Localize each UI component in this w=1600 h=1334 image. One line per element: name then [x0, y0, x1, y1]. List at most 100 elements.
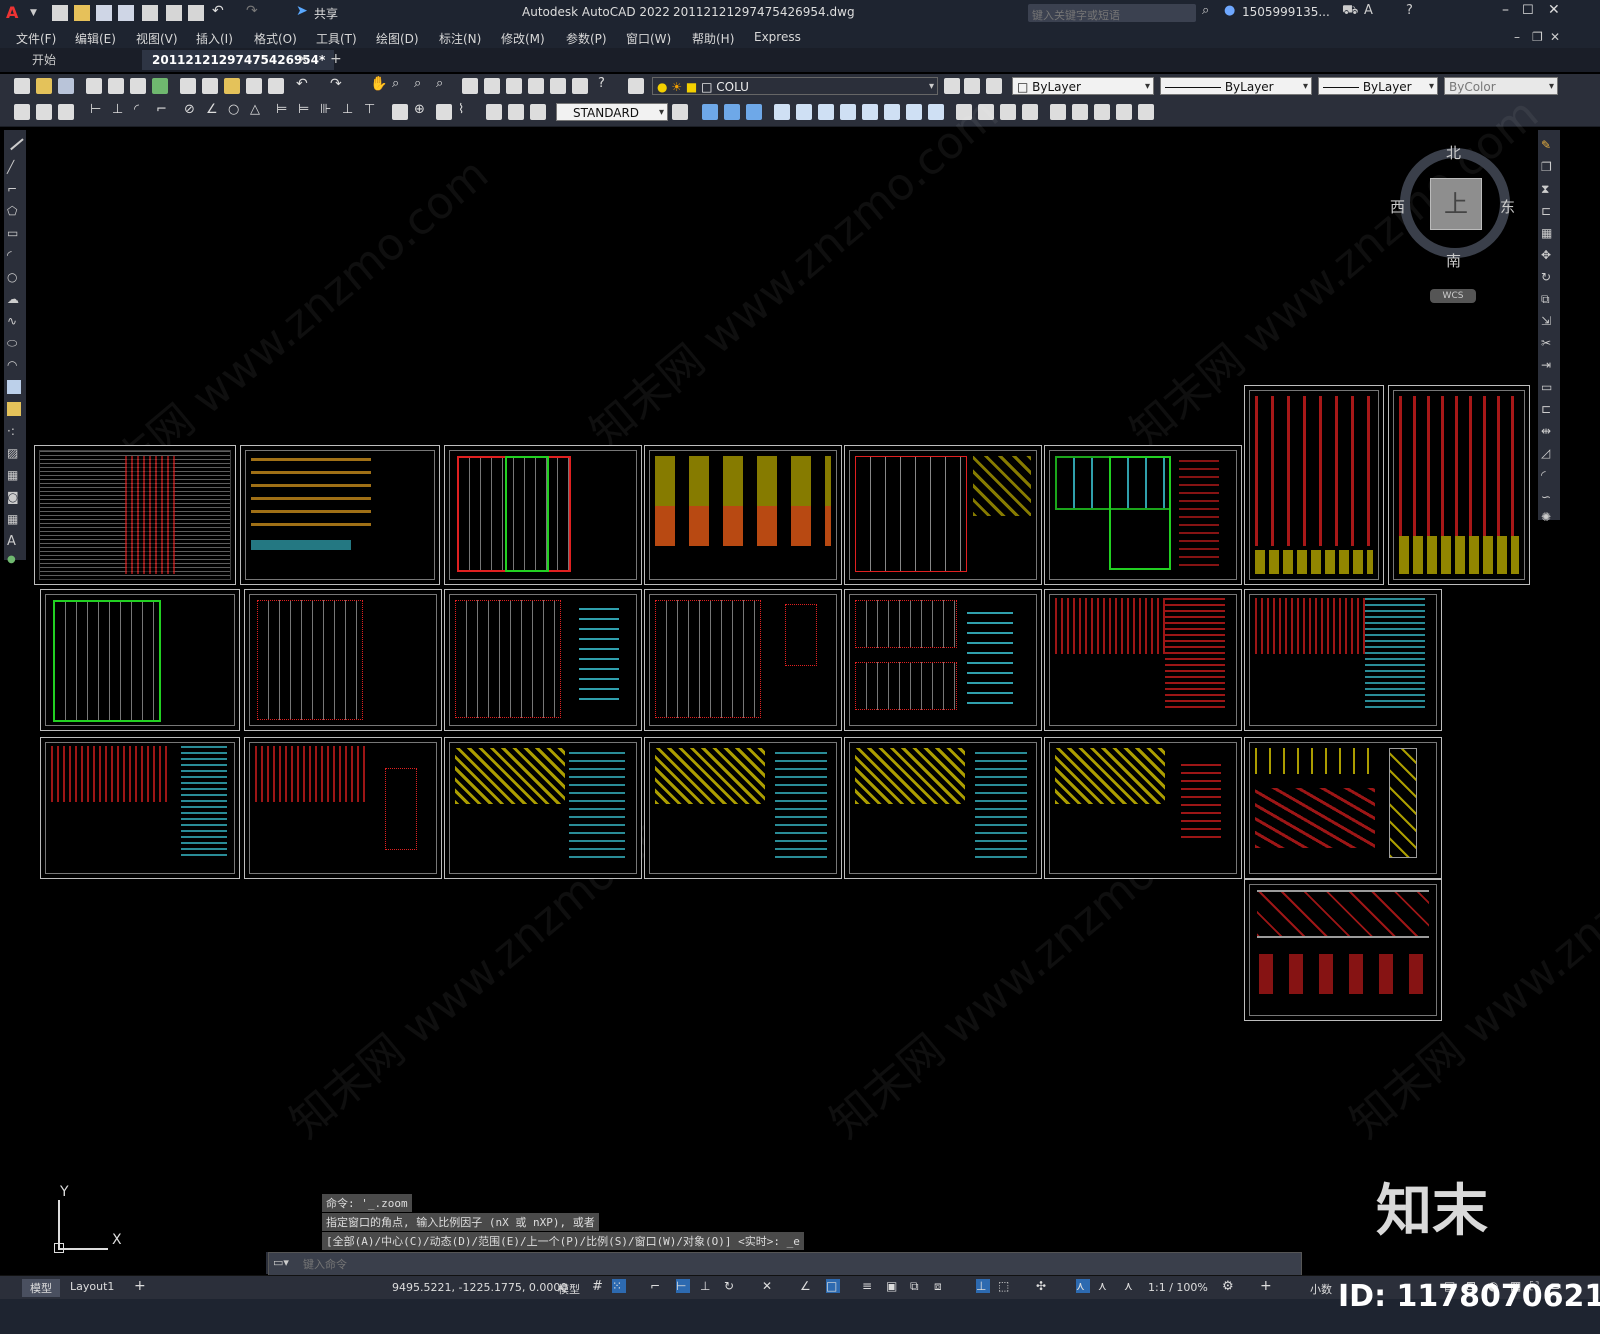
zoom-window-icon[interactable]: ⌕: [414, 76, 430, 92]
arc-icon[interactable]: ◜: [7, 248, 23, 264]
user-name[interactable]: 1505999135...: [1242, 5, 1330, 19]
3dwf-icon[interactable]: [152, 78, 168, 94]
sweep-icon[interactable]: [1094, 104, 1110, 120]
viewcube-top-face[interactable]: 上: [1430, 178, 1482, 230]
share-icon[interactable]: ➤: [296, 3, 312, 19]
hatch-icon[interactable]: ▨: [7, 446, 23, 462]
tab-layout1[interactable]: Layout1: [70, 1280, 114, 1293]
menu-insert[interactable]: 插入(I): [196, 30, 233, 47]
drawing-sheet[interactable]: [1388, 385, 1530, 585]
add-workspace-icon[interactable]: +: [1260, 1278, 1274, 1294]
menu-modify[interactable]: 修改(M): [501, 30, 545, 47]
dim-aligned-icon[interactable]: [58, 104, 74, 120]
dim-text-edit-icon[interactable]: [508, 104, 524, 120]
copy-object-icon[interactable]: ❐: [1541, 160, 1557, 176]
share-button[interactable]: 共享: [314, 5, 338, 22]
tab-close-icon[interactable]: ✕: [298, 52, 308, 66]
dynamic-input-icon[interactable]: ⊥: [700, 1279, 714, 1293]
view-icon-3[interactable]: [746, 104, 762, 120]
jogged-linear-icon[interactable]: ⌇: [458, 102, 474, 118]
menu-tools[interactable]: 工具(T): [316, 30, 357, 47]
revolve-icon[interactable]: [1072, 104, 1088, 120]
qnew-icon[interactable]: [14, 78, 30, 94]
dim-space-icon[interactable]: ⊥: [342, 102, 358, 118]
dim-baseline-icon[interactable]: ⊨: [298, 102, 314, 118]
table-icon[interactable]: ▦: [7, 512, 23, 528]
dim-linear-icon[interactable]: [36, 104, 52, 120]
cut-icon[interactable]: [180, 78, 196, 94]
drawing-sheet[interactable]: [844, 589, 1042, 731]
drawing-sheet[interactable]: [244, 737, 442, 879]
mirror-icon[interactable]: ⧗: [1541, 182, 1557, 198]
new-file-icon[interactable]: [52, 5, 68, 21]
add-selected-icon[interactable]: ●: [7, 554, 23, 570]
drawing-sheet[interactable]: [244, 589, 442, 731]
autodesk-a360-icon[interactable]: A: [1364, 3, 1380, 19]
layer-states-icon[interactable]: [986, 78, 1002, 94]
menu-edit[interactable]: 编辑(E): [75, 30, 116, 47]
dim-angular-icon[interactable]: ∠: [206, 102, 222, 118]
revision-cloud-icon[interactable]: ☁: [7, 292, 23, 308]
units-value[interactable]: 小数: [1310, 1281, 1332, 1297]
new-tab-button[interactable]: +: [330, 51, 342, 67]
circle-icon[interactable]: ○: [7, 270, 23, 286]
menu-draw[interactable]: 绘图(D): [376, 30, 419, 47]
doc-minimize-icon[interactable]: –: [1514, 30, 1520, 44]
move-icon[interactable]: ✥: [1541, 248, 1557, 264]
drawing-sheet[interactable]: [40, 737, 240, 879]
markup-icon[interactable]: [550, 78, 566, 94]
drawing-sheet[interactable]: [1044, 445, 1242, 585]
viewcube-east[interactable]: 东: [1500, 196, 1515, 217]
plot-preview-icon[interactable]: [108, 78, 124, 94]
redo-icon[interactable]: ↷: [330, 76, 346, 92]
drawing-canvas[interactable]: 知末网 www.znzmo.com 知末网 www.znzmo.com 知末网 …: [34, 88, 1600, 1274]
ortho-icon[interactable]: ⊢: [676, 1279, 690, 1293]
color-dropdown[interactable]: □ ByLayer ▾: [1012, 77, 1154, 95]
drawing-sheet[interactable]: [644, 737, 842, 879]
text-style-dropdown[interactable]: STANDARD ▾: [556, 103, 668, 121]
dim-radius-icon[interactable]: ◜: [134, 102, 150, 118]
undo-icon[interactable]: ↶: [296, 76, 312, 92]
join-icon[interactable]: ⇹: [1541, 424, 1557, 440]
save-web-icon[interactable]: [166, 5, 182, 21]
insert-block-icon[interactable]: [7, 380, 21, 394]
trim-icon[interactable]: ✂: [1541, 336, 1557, 352]
center-mark-icon[interactable]: ⊕: [414, 102, 430, 118]
polar-tracking-icon[interactable]: ↻: [724, 1279, 738, 1293]
view-icon-2[interactable]: [724, 104, 740, 120]
menu-express[interactable]: Express: [754, 30, 801, 44]
viewcube-south[interactable]: 南: [1446, 250, 1461, 271]
dim-jogged-icon[interactable]: ⌐: [156, 102, 172, 118]
snap-mode-icon[interactable]: ⁙: [612, 1279, 626, 1293]
dim-angle-icon[interactable]: △: [250, 102, 266, 118]
auto-scale-icon[interactable]: ⋏: [1098, 1279, 1112, 1293]
dim-break-icon[interactable]: ⊤: [364, 102, 380, 118]
drawing-sheet[interactable]: [444, 737, 642, 879]
save-as-icon[interactable]: [118, 5, 134, 21]
viewcube-west[interactable]: 西: [1390, 196, 1405, 217]
copy-icon[interactable]: [202, 78, 218, 94]
blend-curves-icon[interactable]: ∽: [1541, 490, 1557, 506]
close-icon[interactable]: ✕: [1548, 2, 1564, 18]
menu-file[interactable]: 文件(F): [16, 30, 56, 47]
quick-dim-icon[interactable]: ⊨: [276, 102, 292, 118]
minimize-icon[interactable]: –: [1502, 2, 1518, 18]
dim-arc-icon[interactable]: ⊢: [90, 102, 106, 118]
gradient-icon[interactable]: ▦: [7, 468, 23, 484]
dim-ordinate-icon[interactable]: ⊥: [112, 102, 128, 118]
3d-osnap-icon[interactable]: ⧈: [934, 1279, 948, 1293]
annotation-scale-value[interactable]: 1:1 / 100%: [1148, 1281, 1208, 1294]
command-input[interactable]: [301, 1255, 1285, 1273]
plot-icon[interactable]: [86, 78, 102, 94]
search-icon[interactable]: ⌕: [1202, 3, 1218, 19]
layer-properties-icon[interactable]: [628, 78, 644, 94]
open-folder-icon[interactable]: [74, 5, 90, 21]
inspection-icon[interactable]: [436, 104, 452, 120]
ucs-view-icon[interactable]: [884, 104, 900, 120]
tolerance-icon[interactable]: [392, 104, 408, 120]
drawing-sheet[interactable]: [1244, 879, 1442, 1021]
drawing-sheet[interactable]: [1044, 589, 1242, 731]
polyline-icon[interactable]: ⌐: [7, 182, 23, 198]
dim-diameter-icon[interactable]: ⊘: [184, 102, 200, 118]
dim-continue-icon[interactable]: ⊪: [320, 102, 336, 118]
